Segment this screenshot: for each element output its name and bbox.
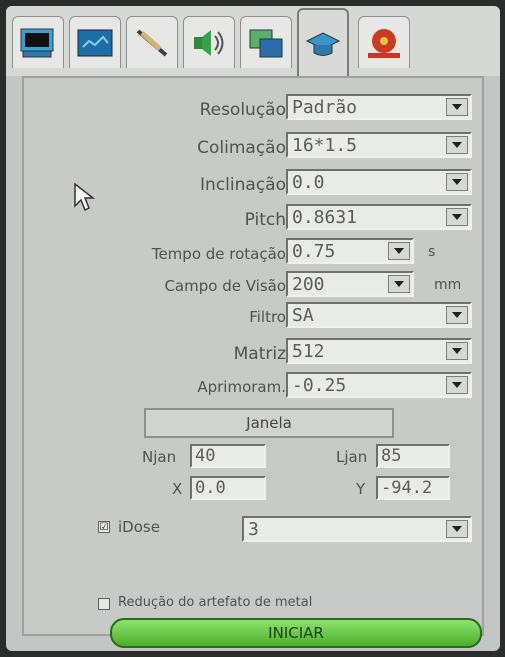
chevron-down-icon[interactable] xyxy=(446,173,468,191)
pitch-label: Pitch xyxy=(244,210,286,230)
mouse-cursor-icon xyxy=(73,182,97,216)
inclinacao-value: 0.0 xyxy=(292,172,325,193)
njan-label: Njan xyxy=(142,448,177,466)
aprimoram-label: Aprimoram. xyxy=(197,378,286,396)
tab-bar xyxy=(6,6,500,76)
metal-checkbox[interactable] xyxy=(98,598,110,610)
idose-checkbox[interactable]: ☑ xyxy=(98,521,110,533)
y-value: -94.2 xyxy=(381,478,433,498)
campo-label: Campo de Visão xyxy=(164,277,286,295)
tempo-label: Tempo de rotação xyxy=(151,245,286,263)
tab-scan[interactable] xyxy=(69,16,121,68)
matriz-label: Matriz xyxy=(233,344,286,364)
ljan-field[interactable]: 85 xyxy=(376,444,450,468)
filtro-label: Filtro xyxy=(249,308,286,326)
njan-field[interactable]: 40 xyxy=(190,444,266,468)
inclinacao-select[interactable]: 0.0 xyxy=(286,169,472,195)
njan-value: 40 xyxy=(195,446,216,466)
idose-value: 3 xyxy=(248,519,259,540)
radiation-warning-icon xyxy=(368,28,400,58)
start-button[interactable]: INICIAR xyxy=(110,618,482,648)
pitch-select[interactable]: 0.8631 xyxy=(286,204,472,230)
y-label: Y xyxy=(356,480,366,498)
chevron-down-icon[interactable] xyxy=(446,306,468,324)
pitch-value: 0.8631 xyxy=(292,207,358,228)
tab-recon[interactable] xyxy=(240,16,292,68)
colimacao-select[interactable]: 16*1.5 xyxy=(286,132,472,158)
tempo-unit: s xyxy=(428,244,436,260)
resolucao-select[interactable]: Padrão xyxy=(286,94,472,120)
chevron-down-icon[interactable] xyxy=(446,376,468,394)
tab-patient[interactable] xyxy=(12,16,64,68)
settings-panel: Resolução Padrão Colimação 16*1.5 Inclin… xyxy=(22,76,484,636)
tab-radiation[interactable] xyxy=(358,16,410,68)
chevron-down-icon[interactable] xyxy=(446,136,468,154)
filtro-value: SA xyxy=(292,305,314,326)
chevron-down-icon[interactable] xyxy=(388,242,410,260)
tempo-select[interactable]: 0.75 xyxy=(286,238,414,264)
campo-value: 200 xyxy=(292,274,325,295)
tab-contrast[interactable] xyxy=(126,16,178,68)
campo-unit: mm xyxy=(434,277,462,293)
tempo-value: 0.75 xyxy=(292,241,336,262)
x-label: X xyxy=(172,480,183,498)
speaker-icon xyxy=(194,29,224,56)
idose-select[interactable]: 3 xyxy=(242,516,472,542)
chevron-down-icon[interactable] xyxy=(446,342,468,360)
filtro-select[interactable]: SA xyxy=(286,302,472,328)
aprimoram-select[interactable]: -0.25 xyxy=(286,372,472,398)
scan-image-icon xyxy=(77,29,113,56)
tab-advanced[interactable] xyxy=(297,8,349,76)
x-field[interactable]: 0.0 xyxy=(190,476,266,500)
syringe-icon xyxy=(136,28,168,57)
ljan-value: 85 xyxy=(381,446,402,466)
matriz-value: 512 xyxy=(292,341,325,362)
matriz-select[interactable]: 512 xyxy=(286,338,472,364)
chevron-down-icon[interactable] xyxy=(446,520,468,538)
x-value: 0.0 xyxy=(195,478,226,498)
scanner-window: Resolução Padrão Colimação 16*1.5 Inclin… xyxy=(6,6,500,651)
monitor-icon xyxy=(20,28,54,57)
graduation-cap-icon xyxy=(305,32,341,56)
resolucao-value: Padrão xyxy=(292,97,358,118)
inclinacao-label: Inclinação xyxy=(200,175,286,195)
chevron-down-icon[interactable] xyxy=(446,208,468,226)
y-field[interactable]: -94.2 xyxy=(376,476,450,500)
chevron-down-icon[interactable] xyxy=(446,98,468,116)
janela-button[interactable]: Janela xyxy=(144,408,394,438)
chevron-down-icon[interactable] xyxy=(388,275,410,293)
aprimoram-value: -0.25 xyxy=(292,375,347,396)
colimacao-value: 16*1.5 xyxy=(292,135,358,156)
idose-label: iDose xyxy=(118,518,160,536)
metal-label: Redução do artefato de metal xyxy=(118,595,313,610)
ljan-label: Ljan xyxy=(336,448,368,466)
tab-audio[interactable] xyxy=(183,16,235,68)
window-stack-icon xyxy=(249,29,283,57)
colimacao-label: Colimação xyxy=(197,138,286,158)
resolucao-label: Resolução xyxy=(199,100,286,120)
campo-select[interactable]: 200 xyxy=(286,271,414,297)
